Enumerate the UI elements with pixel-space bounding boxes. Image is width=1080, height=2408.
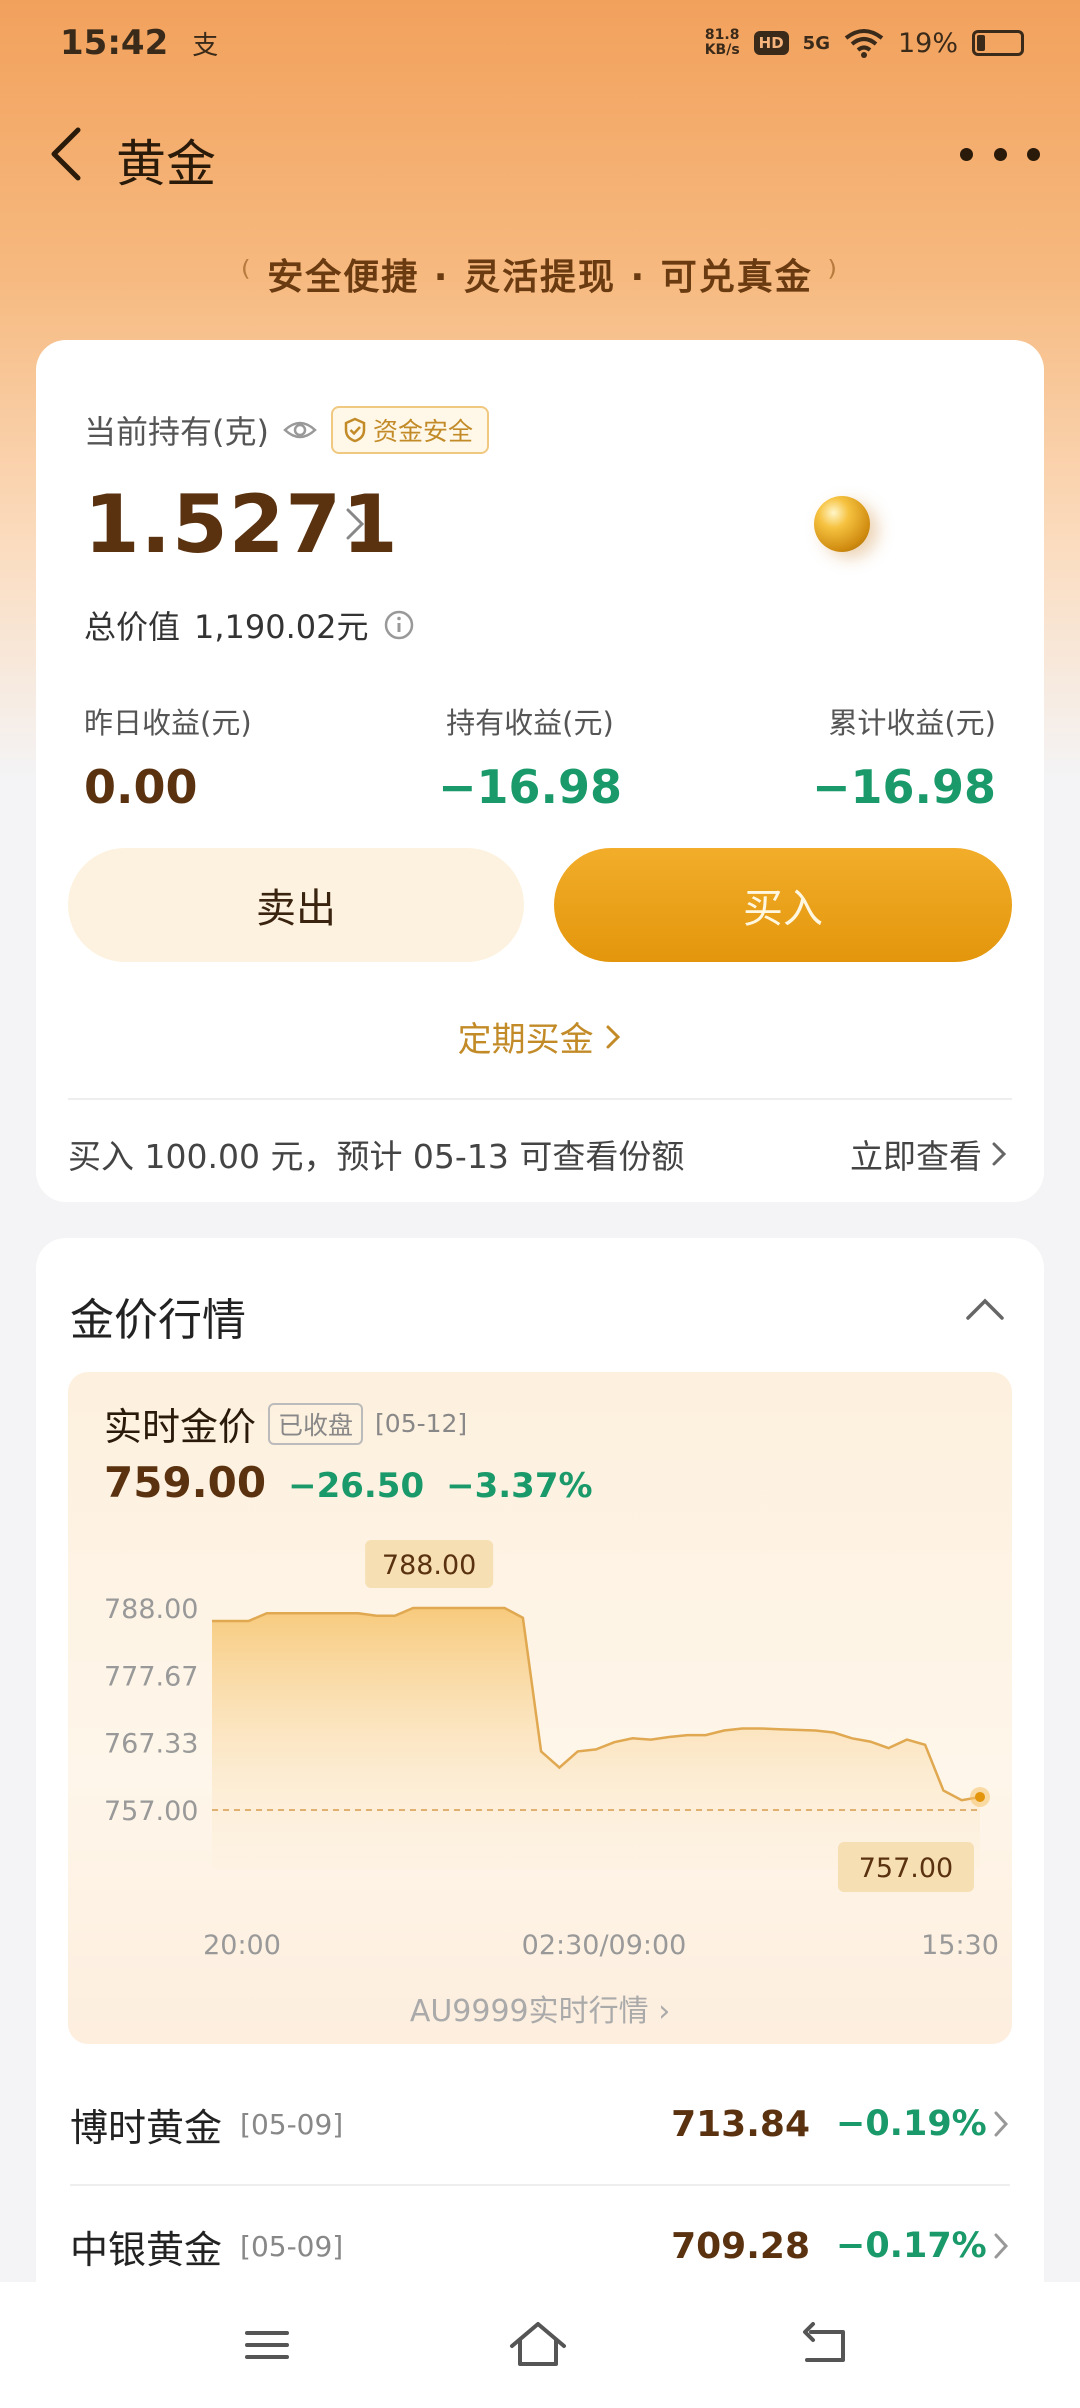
stat-label: 持有收益(元)	[446, 706, 614, 740]
fund-name: 博时黄金	[70, 2105, 223, 2150]
gold-market-card: 金价行情 实时金价 已收盘 [05-12] 759.00 −26.50 −3.3…	[36, 1238, 1044, 2348]
au9999-link[interactable]: AU9999实时行情 ›	[68, 1986, 1012, 2030]
page-header: 黄金	[0, 110, 1080, 200]
price-area	[212, 1608, 980, 1870]
gold-price-chart[interactable]: 788.00 777.67 767.33 757.00 788.00 757.00 20:0…	[68, 1372, 1012, 1972]
back-button[interactable]	[36, 124, 96, 184]
holding-label-row: 当前持有(克) 资金安全	[84, 406, 489, 454]
back-return-icon	[803, 2322, 845, 2362]
status-time: 15:42	[60, 23, 169, 63]
stat-value: −16.98	[811, 760, 996, 814]
stat-label: 昨日收益(元)	[84, 706, 252, 740]
chevron-right-icon	[992, 1142, 1007, 1166]
signal-5g-icon: 5G	[802, 32, 830, 54]
purchase-notice: 买入 100.00 元，预计 05-13 可查看份额 立即查看	[68, 1116, 1008, 1192]
view-now-link[interactable]: 立即查看	[850, 1130, 1008, 1178]
info-icon[interactable]	[383, 609, 415, 641]
chevron-right-icon	[994, 2111, 1009, 2137]
fund-price: 709.28	[671, 2225, 810, 2267]
back-nav-button[interactable]	[790, 2310, 860, 2380]
fund-price: 713.84	[671, 2103, 810, 2145]
page-title: 黄金	[116, 135, 216, 193]
realtime-price-panel: 实时金价 已收盘 [05-12] 759.00 −26.50 −3.37% 78…	[68, 1372, 1012, 2044]
laurel-right-icon: ⁾	[827, 253, 840, 299]
status-bar: 15:42 支 81.8 KB/s HD 5G 19%	[0, 0, 1080, 86]
holding-label: 当前持有(克)	[84, 413, 269, 451]
chevron-right-icon	[994, 2233, 1009, 2259]
x-tick-label: 20:00	[203, 1930, 281, 1961]
slogan: ⁽ 安全便捷 · 灵活提现 · 可兑真金 ⁾	[0, 248, 1080, 300]
menu-button[interactable]	[232, 2310, 302, 2380]
eye-icon[interactable]	[283, 413, 317, 447]
market-title: 金价行情	[70, 1295, 246, 1346]
stat-holding-profit: 持有收益(元) −16.98	[420, 700, 640, 814]
more-dots-icon	[960, 147, 973, 161]
battery-percent: 19%	[897, 27, 958, 59]
home-icon	[510, 2322, 566, 2366]
system-nav-bar	[0, 2282, 1080, 2408]
min-price-label: 757.00	[859, 1853, 953, 1884]
fund-name: 中银黄金	[70, 2227, 223, 2272]
home-button[interactable]	[503, 2310, 573, 2380]
chevron-right-icon	[606, 1025, 621, 1049]
laurel-left-icon: ⁽	[240, 253, 253, 299]
fund-change: −0.19%	[836, 2104, 987, 2144]
more-button[interactable]	[960, 132, 1040, 176]
menu-icon	[245, 2331, 289, 2359]
stat-label: 累计收益(元)	[828, 706, 996, 740]
stat-total-profit: 累计收益(元) −16.98	[812, 700, 996, 814]
shield-check-icon	[344, 417, 366, 443]
stat-value: 0.00	[84, 760, 198, 814]
slogan-text: 安全便捷 · 灵活提现 · 可兑真金	[267, 257, 813, 298]
fund-change: −0.17%	[836, 2226, 987, 2266]
max-price-label: 788.00	[382, 1550, 476, 1581]
alipay-status-icon: 支	[192, 30, 219, 61]
wifi-icon	[844, 29, 884, 58]
y-tick-label: 777.67	[104, 1661, 198, 1692]
x-tick-label: 15:30	[921, 1930, 999, 1961]
divider	[68, 1098, 1012, 1100]
battery-level	[977, 35, 985, 51]
sell-button[interactable]: 卖出	[68, 848, 524, 962]
fund-safety-badge: 资金安全	[330, 406, 489, 454]
total-value-row: 总价值 1,190.02元	[84, 602, 415, 648]
hd-icon: HD	[753, 31, 789, 55]
end-point	[975, 1791, 985, 1802]
total-value-label: 总价值	[84, 608, 181, 646]
total-value: 1,190.02元	[194, 608, 369, 646]
network-speed: 81.8 KB/s	[704, 27, 740, 58]
battery-icon	[972, 30, 1024, 56]
chevron-right-icon[interactable]	[344, 506, 366, 542]
y-tick-label: 757.00	[104, 1796, 198, 1827]
fund-date: [05-09]	[240, 2229, 344, 2263]
y-tick-label: 788.00	[104, 1594, 198, 1625]
chevron-left-icon	[51, 127, 81, 181]
fund-date: [05-09]	[240, 2107, 344, 2141]
fund-row[interactable]: 博时黄金 [05-09] 713.84 −0.19%	[70, 2064, 1010, 2184]
regular-buy-link[interactable]: 定期买金	[36, 1012, 1044, 1061]
buy-button[interactable]: 买入	[554, 848, 1012, 962]
stat-value: −16.98	[437, 760, 623, 814]
chevron-up-icon[interactable]	[960, 1288, 1010, 1328]
holding-card: 当前持有(克) 资金安全 1.5271 总价值 1,190.02元 昨日收益(元…	[36, 340, 1044, 1202]
notice-text: 买入 100.00 元，预计 05-13 可查看份额	[68, 1137, 685, 1176]
stat-yesterday: 昨日收益(元) 0.00	[84, 700, 252, 814]
gold-bead-image	[814, 496, 870, 552]
x-tick-label: 02:30/09:00	[522, 1930, 687, 1961]
chevron-right-icon: ›	[658, 1994, 671, 2029]
y-tick-label: 767.33	[104, 1729, 198, 1760]
